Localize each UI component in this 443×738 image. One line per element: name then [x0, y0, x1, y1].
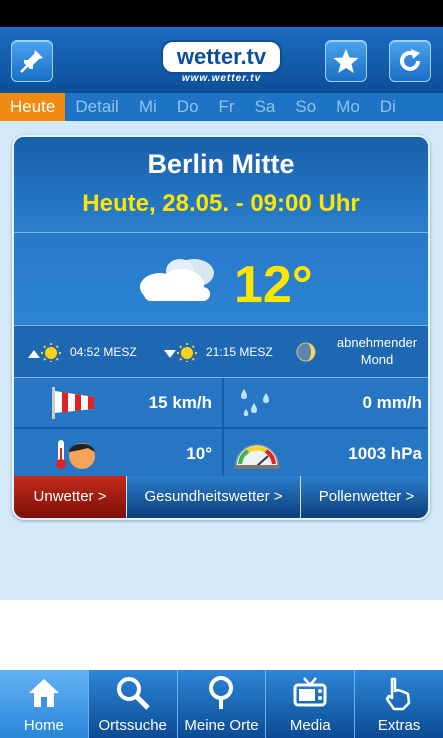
status-bar — [0, 0, 443, 27]
bottom-navigation: Home Ortssuche Meine Orte Media Extras — [0, 670, 443, 738]
moon-phase: abnehmender Mond — [336, 335, 418, 367]
gesundheitswetter-link[interactable]: Gesundheitswetter > — [127, 476, 301, 518]
city-name: Berlin Mitte — [147, 149, 295, 179]
main-content: Berlin Mitte Heute, 28.05. - 09:00 Uhr 1… — [0, 121, 443, 600]
sun-moon-row: 04:52 MESZ 21:15 MESZ abnehmender Mond — [14, 326, 428, 377]
tab-so[interactable]: So — [285, 93, 326, 121]
hand-pointer-icon — [385, 677, 411, 711]
sunset-time: 21:15 MESZ — [206, 344, 273, 359]
felt-temperature: 10° — [186, 444, 212, 463]
tab-di[interactable]: Di — [370, 93, 406, 121]
pressure-cell: 1003 hPa — [224, 429, 428, 478]
details-grid: 15 km/h 0 mm/h 10° 1003 hPa — [14, 378, 428, 478]
nav-ortssuche[interactable]: Ortssuche — [89, 670, 178, 738]
app-header: wetter.tv www.wetter.tv — [0, 27, 443, 93]
pressure-value: 1003 hPa — [348, 444, 422, 463]
home-icon — [28, 679, 59, 707]
precipitation-cell: 0 mm/h — [224, 378, 428, 427]
sunrise-icon — [28, 342, 61, 362]
tab-mo[interactable]: Mo — [326, 93, 370, 121]
temperature-value: 12° — [234, 256, 313, 314]
raindrops-icon — [241, 389, 269, 416]
felt-temp-cell: 10° — [14, 429, 222, 478]
refresh-icon — [400, 49, 420, 71]
star-icon — [333, 49, 359, 73]
search-icon — [116, 677, 150, 710]
current-conditions: 12° — [14, 233, 428, 325]
windsock-icon — [52, 387, 94, 419]
sunrise-time: 04:52 MESZ — [70, 344, 137, 359]
nav-meine-orte[interactable]: Meine Orte — [178, 670, 267, 738]
tab-heute[interactable]: Heute — [0, 93, 66, 121]
nav-extras[interactable]: Extras — [355, 670, 443, 738]
wind-speed: 15 km/h — [148, 393, 212, 412]
nav-home[interactable]: Home — [0, 670, 89, 738]
precipitation-value: 0 mm/h — [362, 393, 422, 412]
tab-sa[interactable]: Sa — [245, 93, 286, 121]
felt-temperature-icon — [56, 440, 95, 469]
refresh-button[interactable] — [389, 40, 431, 82]
tab-detail[interactable]: Detail — [65, 93, 128, 121]
unwetter-link[interactable]: Unwetter > — [14, 476, 127, 518]
pollenwetter-link[interactable]: Pollenwetter > — [301, 476, 428, 518]
nav-media[interactable]: Media — [266, 670, 356, 738]
sunset-item: 21:15 MESZ — [164, 326, 273, 377]
pin-button[interactable] — [11, 40, 53, 82]
sunset-icon — [164, 342, 197, 362]
pin-icon — [20, 50, 43, 73]
location-pin-icon — [209, 676, 234, 709]
barometer-icon — [234, 444, 280, 469]
card-header: Berlin Mitte Heute, 28.05. - 09:00 Uhr — [14, 137, 428, 232]
moon-icon — [296, 342, 316, 362]
sunrise-item: 04:52 MESZ — [28, 326, 137, 377]
favorite-button[interactable] — [325, 40, 367, 82]
cloudy-icon — [140, 259, 214, 301]
wetter-tv-logo: wetter.tv www.wetter.tv — [155, 42, 288, 84]
wind-cell: 15 km/h — [14, 378, 222, 427]
tab-do[interactable]: Do — [167, 93, 209, 121]
tab-fr[interactable]: Fr — [209, 93, 245, 121]
day-tabs: Heute Detail Mi Do Fr Sa So Mo Di — [0, 93, 443, 121]
weather-card: Berlin Mitte Heute, 28.05. - 09:00 Uhr 1… — [12, 135, 430, 520]
tab-mi[interactable]: Mi — [129, 93, 167, 121]
tv-icon — [293, 677, 327, 707]
info-links: Unwetter > Gesundheitswetter > Pollenwet… — [14, 476, 428, 518]
forecast-datetime: Heute, 28.05. - 09:00 Uhr — [82, 190, 360, 217]
